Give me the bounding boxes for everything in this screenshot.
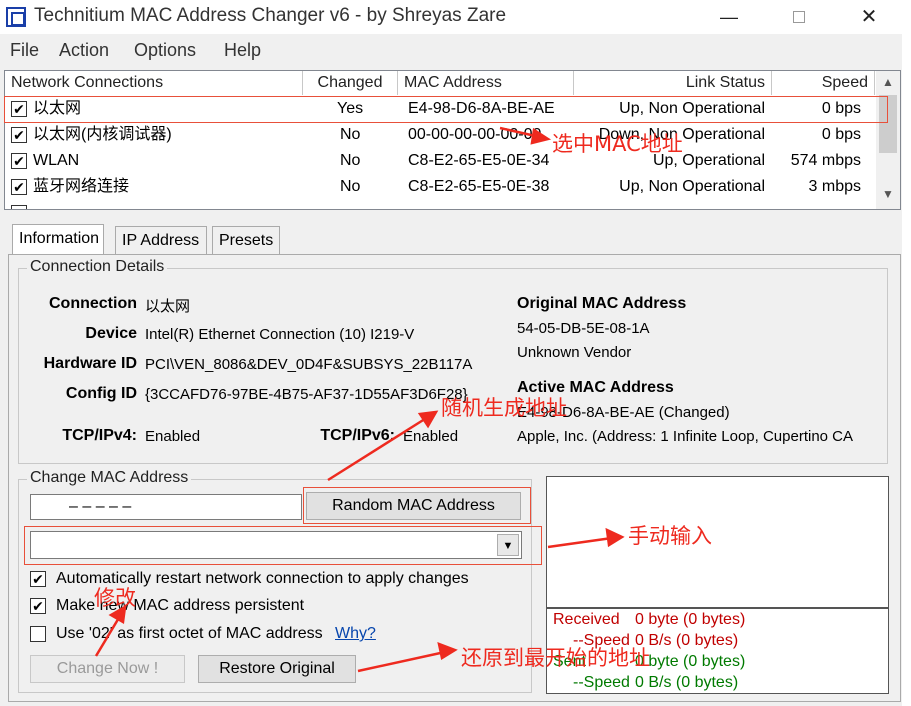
- annotation-restore-original: 还原到最开始的地址: [461, 646, 650, 670]
- app-window: Technitium MAC Address Changer v6 - by S…: [0, 0, 911, 706]
- annotation-modify: 修改: [94, 586, 136, 610]
- annotation-manual-input: 手动输入: [628, 524, 712, 548]
- annotation-select-mac: 选中MAC地址: [552, 132, 683, 156]
- annotation-random-generate: 随机生成地址: [441, 396, 567, 420]
- annotation-arrows: [94, 126, 625, 673]
